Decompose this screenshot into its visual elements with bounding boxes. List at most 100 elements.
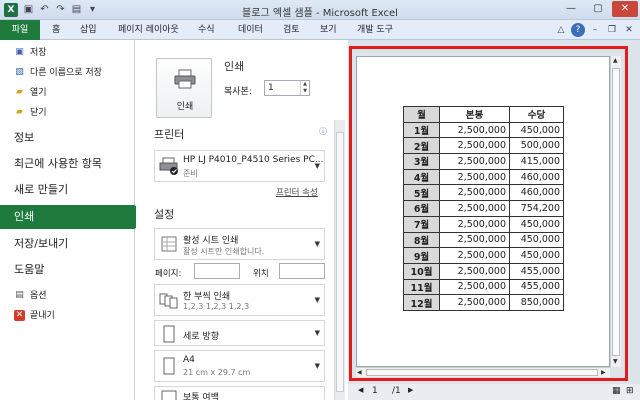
settings-scrollbar[interactable] xyxy=(334,120,345,400)
tab-file[interactable]: 파일 xyxy=(0,20,40,40)
print-button-label: 인쇄 xyxy=(176,102,194,112)
backstage-save[interactable]: ▣ 저장 xyxy=(0,44,135,62)
printer-icon xyxy=(174,69,196,89)
printer-heading: 프린터 xyxy=(154,128,185,141)
collate-icon xyxy=(159,293,178,309)
exit-icon: ✕ xyxy=(14,310,25,321)
tab-formulas[interactable]: 수식 xyxy=(198,20,215,40)
tab-review[interactable]: 검토 xyxy=(283,20,300,40)
options-icon: ▤ xyxy=(15,290,24,300)
portrait-icon xyxy=(163,325,175,343)
sheet-icon xyxy=(161,236,177,252)
backstage-options[interactable]: ▤ 옵션 xyxy=(0,287,135,305)
zoom-to-page-icon[interactable]: ⊞ xyxy=(626,386,634,396)
backstage-save-as-label: 다른 이름으로 저장 xyxy=(30,68,102,78)
backstage-new[interactable]: 새로 만들기 xyxy=(0,178,135,202)
margins-value: 보통 여백 xyxy=(183,393,219,400)
printer-dropdown[interactable]: HP LJ P4010_P4510 Series PC... 준비 ▼ xyxy=(154,150,325,182)
chevron-down-icon: ▼ xyxy=(314,240,320,248)
margins-dropdown[interactable]: 보통 여백 xyxy=(154,386,325,400)
tab-view[interactable]: 보기 xyxy=(320,20,337,40)
paper-size-dropdown[interactable]: A4 21 cm x 29.7 cm ▼ xyxy=(154,350,325,382)
paper-icon xyxy=(163,357,175,375)
folder-close-icon: ▰ xyxy=(16,107,23,117)
save-icon: ▣ xyxy=(15,47,24,57)
margins-icon xyxy=(161,390,177,400)
ribbon-tabs: 파일 홈 삽입 페이지 레이아웃 수식 데이터 검토 보기 개발 도구 △ ? … xyxy=(0,20,640,40)
chevron-down-icon: ▼ xyxy=(314,329,320,337)
doc-restore-icon[interactable]: ❐ xyxy=(605,23,619,37)
backstage-exit-label: 끝내기 xyxy=(30,311,55,321)
tab-page-layout[interactable]: 페이지 레이아웃 xyxy=(118,20,179,40)
copies-label: 복사본: xyxy=(224,87,252,97)
printer-name: HP LJ P4010_P4510 Series PC... xyxy=(183,155,324,165)
backstage-save-label: 저장 xyxy=(30,48,47,58)
settings-scrollbar-thumb[interactable] xyxy=(336,132,344,392)
collate-dropdown[interactable]: 한 부씩 인쇄 1,2,3 1,2,3 1,2,3 ▼ xyxy=(154,284,325,316)
print-scope-dropdown[interactable]: 활성 시트 인쇄 활성 시트만 인쇄합니다. ▼ xyxy=(154,228,325,260)
backstage-print[interactable]: 인쇄 xyxy=(0,205,143,229)
pages-from-input[interactable] xyxy=(194,263,240,279)
pages-to-input[interactable] xyxy=(279,263,325,279)
maximize-button[interactable]: ▢ xyxy=(585,1,611,17)
print-settings-pane: 인쇄 인쇄 복사본: 1 ▲ ▼ 프린터 ⓘ HP LJ P4010_P4510 … xyxy=(136,40,346,400)
backstage-save-as[interactable]: ▧ 다른 이름으로 저장 xyxy=(0,64,135,82)
backstage-info[interactable]: 정보 xyxy=(0,126,135,150)
backstage-options-label: 옵션 xyxy=(30,291,47,301)
backstage-print-label: 인쇄 xyxy=(14,210,35,223)
show-margins-icon[interactable]: ▦ xyxy=(612,386,621,396)
tab-home[interactable]: 홈 xyxy=(52,20,60,40)
printer-icon xyxy=(159,157,178,175)
backstage-open[interactable]: ▰ 열기 xyxy=(0,84,135,102)
current-page-value[interactable]: 1 xyxy=(372,386,378,396)
pages-to-label: 위치 xyxy=(253,269,269,279)
backstage-close[interactable]: ▰ 닫기 xyxy=(0,104,135,122)
copies-spinner[interactable]: ▲ ▼ xyxy=(300,81,309,95)
minimize-ribbon-icon[interactable]: △ xyxy=(554,23,568,37)
close-button[interactable]: ✕ xyxy=(612,1,638,17)
collate-description: 1,2,3 1,2,3 1,2,3 xyxy=(183,302,250,311)
save-as-icon: ▧ xyxy=(15,67,24,77)
backstage-help[interactable]: 도움말 xyxy=(0,258,135,282)
print-scope-description: 활성 시트만 인쇄합니다. xyxy=(183,247,265,256)
print-heading: 인쇄 xyxy=(224,60,245,73)
collate-value: 한 부씩 인쇄 xyxy=(183,292,231,302)
minimize-button[interactable]: — xyxy=(558,1,584,17)
settings-heading: 설정 xyxy=(154,208,175,221)
paper-size-value: A4 xyxy=(183,355,195,365)
chevron-down-icon: ▼ xyxy=(314,362,320,370)
previous-page-icon[interactable]: ◀ xyxy=(358,386,363,394)
chevron-down-icon: ▼ xyxy=(314,296,320,304)
highlight-frame xyxy=(349,46,628,381)
page-total: /1 xyxy=(392,386,401,396)
window-controls: — ▢ ✕ xyxy=(558,1,638,17)
backstage-menu: ▣ 저장 ▧ 다른 이름으로 저장 ▰ 열기 ▰ 닫기 정보 최근에 사용한 항… xyxy=(0,40,143,400)
backstage-exit[interactable]: ✕ 끝내기 xyxy=(0,307,135,325)
copies-input[interactable]: 1 ▲ ▼ xyxy=(264,80,310,96)
ribbon-right-controls: △ ? – ❐ ✕ xyxy=(554,23,636,37)
backstage-recent[interactable]: 최근에 사용한 항목 xyxy=(0,152,135,176)
pages-label: 페이지: xyxy=(155,269,182,279)
tab-data[interactable]: 데이터 xyxy=(238,20,263,40)
title-bar: X ▣ ↶ ↷ ▤ ▾ 블로그 엑셀 샘플 - Microsoft Excel … xyxy=(0,0,640,20)
next-page-icon[interactable]: ▶ xyxy=(408,386,413,394)
print-button[interactable]: 인쇄 xyxy=(156,58,212,118)
printer-properties-link[interactable]: 프린터 속성 xyxy=(276,186,318,198)
doc-minimize-icon[interactable]: – xyxy=(588,23,602,37)
tab-developer[interactable]: 개발 도구 xyxy=(357,20,393,40)
backstage-close-label: 닫기 xyxy=(30,108,47,118)
chevron-down-icon: ▼ xyxy=(314,162,320,170)
backstage-open-label: 열기 xyxy=(30,88,47,98)
copies-value: 1 xyxy=(268,83,274,93)
tab-insert[interactable]: 삽입 xyxy=(80,20,97,40)
printer-status: 준비 xyxy=(183,169,198,178)
backstage-save-send[interactable]: 저장/보내기 xyxy=(0,232,135,256)
window-title: 블로그 엑셀 샘플 - Microsoft Excel xyxy=(242,8,398,19)
help-icon[interactable]: ? xyxy=(571,23,585,37)
folder-open-icon: ▰ xyxy=(16,87,23,97)
doc-close-icon[interactable]: ✕ xyxy=(622,23,636,37)
orientation-value: 세로 방향 xyxy=(183,332,219,342)
print-scope-value: 활성 시트 인쇄 xyxy=(183,236,239,246)
orientation-dropdown[interactable]: 세로 방향 ▼ xyxy=(154,320,325,346)
info-icon[interactable]: ⓘ xyxy=(318,127,328,137)
